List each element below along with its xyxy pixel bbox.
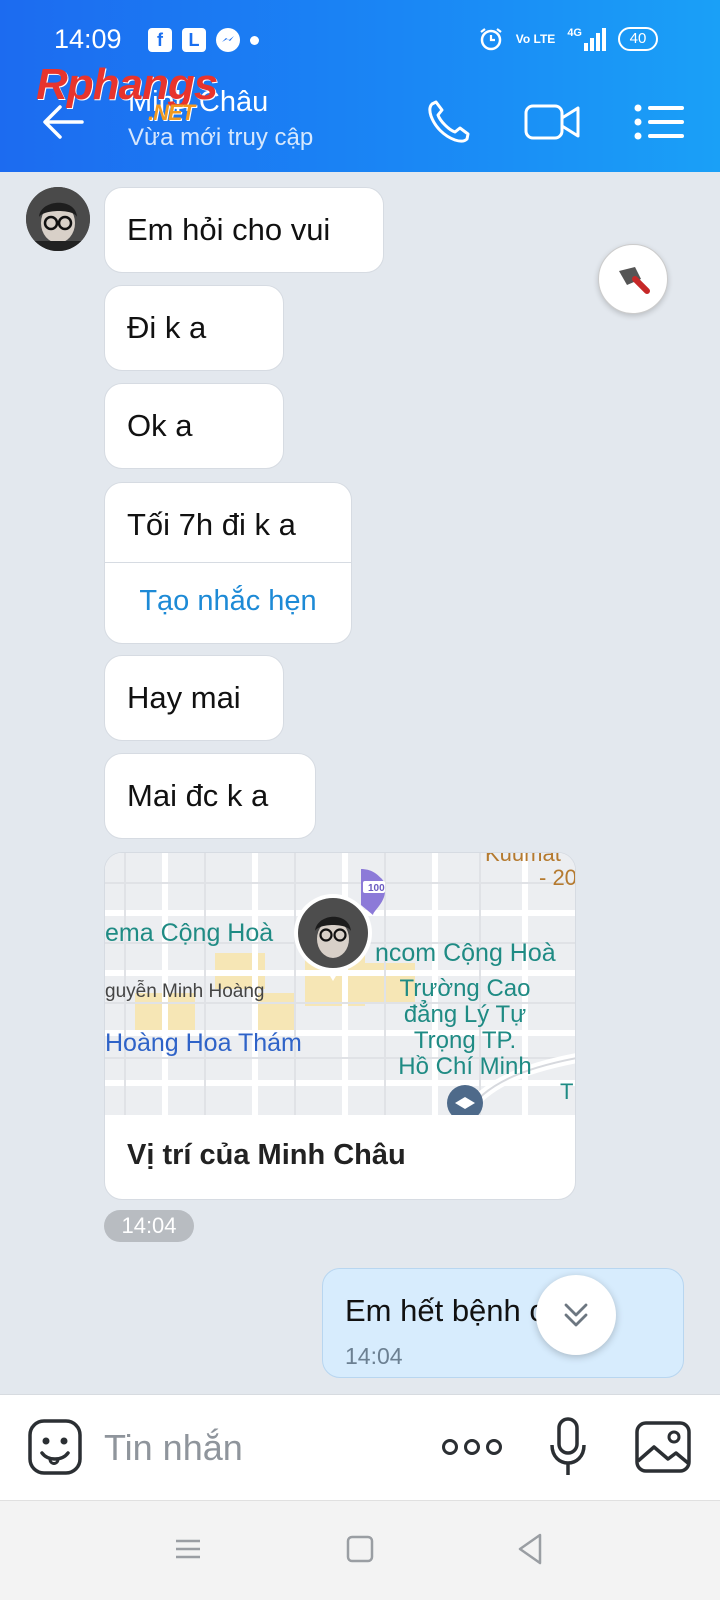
back-triangle-icon[interactable] (516, 1531, 544, 1567)
message-bubble[interactable]: Mai đc k a (104, 753, 316, 839)
location-caption: Vị trí của Minh Châu (127, 1139, 406, 1171)
contact-avatar[interactable] (26, 187, 90, 251)
map-label: đẳng Lý Tự (403, 1001, 527, 1028)
map-label: Hoàng Hoa Thám (105, 1029, 302, 1057)
more-notifications-dot (250, 35, 259, 45)
message-text: Tối 7h đi k a (105, 483, 351, 563)
message-input[interactable]: Tin nhắn (104, 1427, 243, 1469)
menu-list-icon[interactable] (630, 94, 690, 150)
home-icon[interactable] (346, 1531, 374, 1567)
microphone-icon[interactable] (548, 1415, 588, 1479)
map-label: Hồ Chí Minh (398, 1053, 532, 1080)
sent-message-bubble[interactable]: Em hết bệnh chu 14:04 (322, 1268, 684, 1378)
map-label: Trọng TP. (413, 1027, 517, 1054)
more-options-icon[interactable] (440, 1415, 504, 1479)
watermark-logo: Rphangs .NET (36, 60, 218, 125)
alarm-icon (480, 28, 502, 51)
edit-tool-button[interactable] (598, 244, 668, 314)
create-reminder-link[interactable]: Tạo nhắc hẹn (105, 563, 351, 643)
system-navigation-bar (0, 1500, 720, 1600)
message-timestamp: 14:04 (104, 1210, 194, 1242)
scroll-to-bottom-button[interactable] (536, 1275, 616, 1355)
message-with-action[interactable]: Tối 7h đi k a Tạo nhắc hẹn (104, 482, 352, 644)
notification-icons: f L (148, 28, 259, 52)
signal-icon: 4G (567, 27, 606, 51)
map-label: Trường Cao (399, 975, 531, 1002)
message-bubble[interactable]: Em hỏi cho vui (104, 187, 384, 273)
letter-l-icon: L (182, 28, 206, 52)
contact-status: Vừa mới truy cập (128, 124, 314, 151)
header: 14:09 f L Vo LTE 4G 40 Minh Châu Vừa mới… (0, 0, 720, 172)
phone-call-icon[interactable] (420, 94, 480, 150)
system-icons: Vo LTE 4G 40 (478, 26, 658, 52)
gallery-image-icon[interactable] (634, 1415, 692, 1479)
status-time: 14:09 (54, 24, 122, 54)
message-bubble[interactable]: Hay mai (104, 655, 284, 741)
map-label: ema Cộng Hoà (105, 919, 274, 947)
map-pin-badge: 100 (368, 883, 385, 894)
volte-indicator: Vo LTE (515, 32, 556, 46)
recent-apps-icon[interactable] (174, 1531, 202, 1567)
map-label: ncom Cộng Hoà (375, 939, 556, 967)
facebook-icon: f (148, 28, 172, 52)
sticker-emoji-icon[interactable] (26, 1415, 84, 1479)
sent-message-time: 14:04 (345, 1343, 403, 1369)
map-label: - 20 (539, 865, 576, 890)
location-map[interactable]: ema Cộng Hoà ncom Cộng Hoà guyễn Minh Ho… (105, 853, 576, 1115)
location-message[interactable]: ema Cộng Hoà ncom Cộng Hoà guyễn Minh Ho… (104, 852, 576, 1200)
message-input-bar: Tin nhắn (0, 1394, 720, 1500)
video-call-icon[interactable] (522, 94, 582, 150)
map-label: T (560, 1079, 574, 1104)
battery-indicator: 40 (618, 27, 658, 51)
messenger-icon (216, 28, 240, 52)
message-bubble[interactable]: Đi k a (104, 285, 284, 371)
map-label: guyễn Minh Hoàng (105, 981, 265, 1002)
chat-app-bar: Minh Châu Vừa mới truy cập Rphangs .NET (0, 60, 720, 172)
double-chevron-down-icon (564, 1303, 588, 1327)
message-bubble[interactable]: Ok a (104, 383, 284, 469)
knife-icon (619, 267, 650, 294)
